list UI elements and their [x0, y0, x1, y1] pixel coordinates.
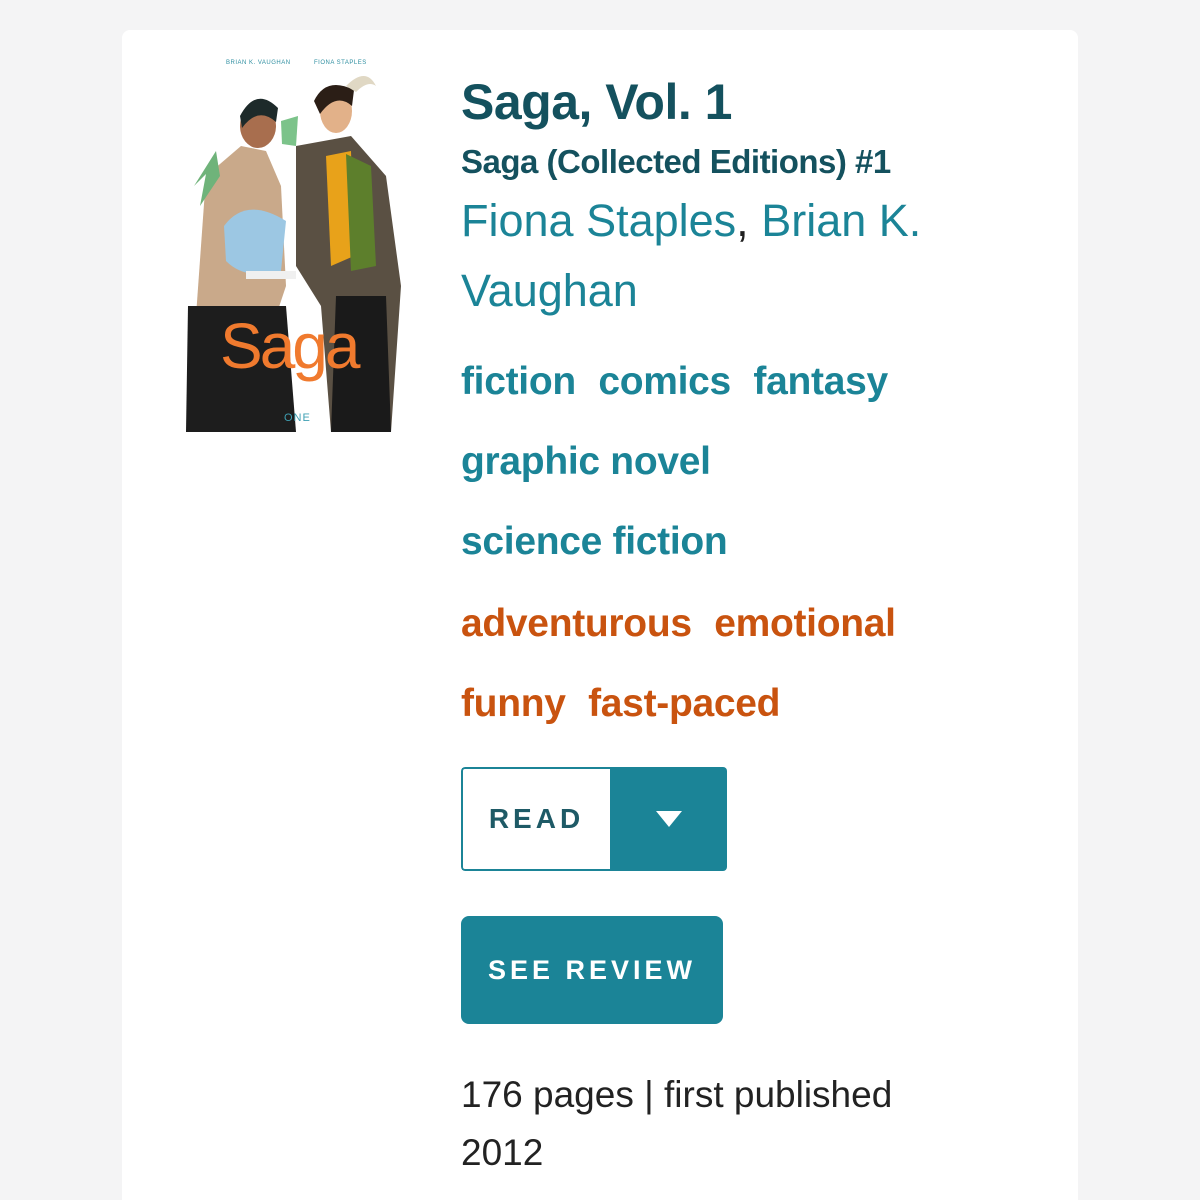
book-cover-image[interactable]: BRIAN K. VAUGHAN FIONA STAPLES Saga ONE: [186, 56, 426, 432]
mood-tag-emotional[interactable]: emotional: [714, 588, 896, 660]
mood-tags: adventurous emotional funny fast-paced: [461, 588, 961, 748]
genre-tag-fiction[interactable]: fiction: [461, 346, 576, 418]
author-link-fiona-staples[interactable]: Fiona Staples: [461, 195, 736, 246]
cover-volume: ONE: [284, 412, 311, 424]
read-status-dropdown-button[interactable]: [610, 767, 727, 871]
mood-tag-adventurous[interactable]: adventurous: [461, 588, 692, 660]
book-title[interactable]: Saga, Vol. 1: [461, 68, 1061, 136]
read-status-button[interactable]: READ: [461, 767, 610, 871]
cover-author-vaughan: BRIAN K. VAUGHAN: [226, 60, 291, 66]
author-separator: ,: [736, 195, 749, 246]
cover-title: Saga: [220, 310, 360, 382]
genre-tag-science-fiction[interactable]: science fiction: [461, 506, 728, 578]
authors: Fiona Staples, Brian K. Vaughan: [461, 186, 961, 326]
cover-author-staples: FIONA STAPLES: [314, 60, 367, 66]
genre-tag-comics[interactable]: comics: [598, 346, 731, 418]
genre-tags: fiction comics fantasy graphic novel sci…: [461, 346, 931, 586]
genre-tag-fantasy[interactable]: fantasy: [753, 346, 888, 418]
mood-tag-fast-paced[interactable]: fast-paced: [588, 668, 780, 740]
book-meta: 176 pages | first published 2012: [461, 1074, 893, 1173]
page: BRIAN K. VAUGHAN FIONA STAPLES Saga ONE …: [0, 0, 1200, 1200]
caret-down-icon: [655, 811, 682, 827]
series-link[interactable]: Saga (Collected Editions) #1: [461, 140, 1061, 184]
genre-tag-graphic-novel[interactable]: graphic novel: [461, 426, 711, 498]
see-review-button[interactable]: SEE REVIEW: [461, 916, 723, 1024]
read-status-control: READ: [461, 767, 727, 871]
mood-tag-funny[interactable]: funny: [461, 668, 566, 740]
book-info: Saga, Vol. 1 Saga (Collected Editions) #…: [461, 68, 1061, 748]
